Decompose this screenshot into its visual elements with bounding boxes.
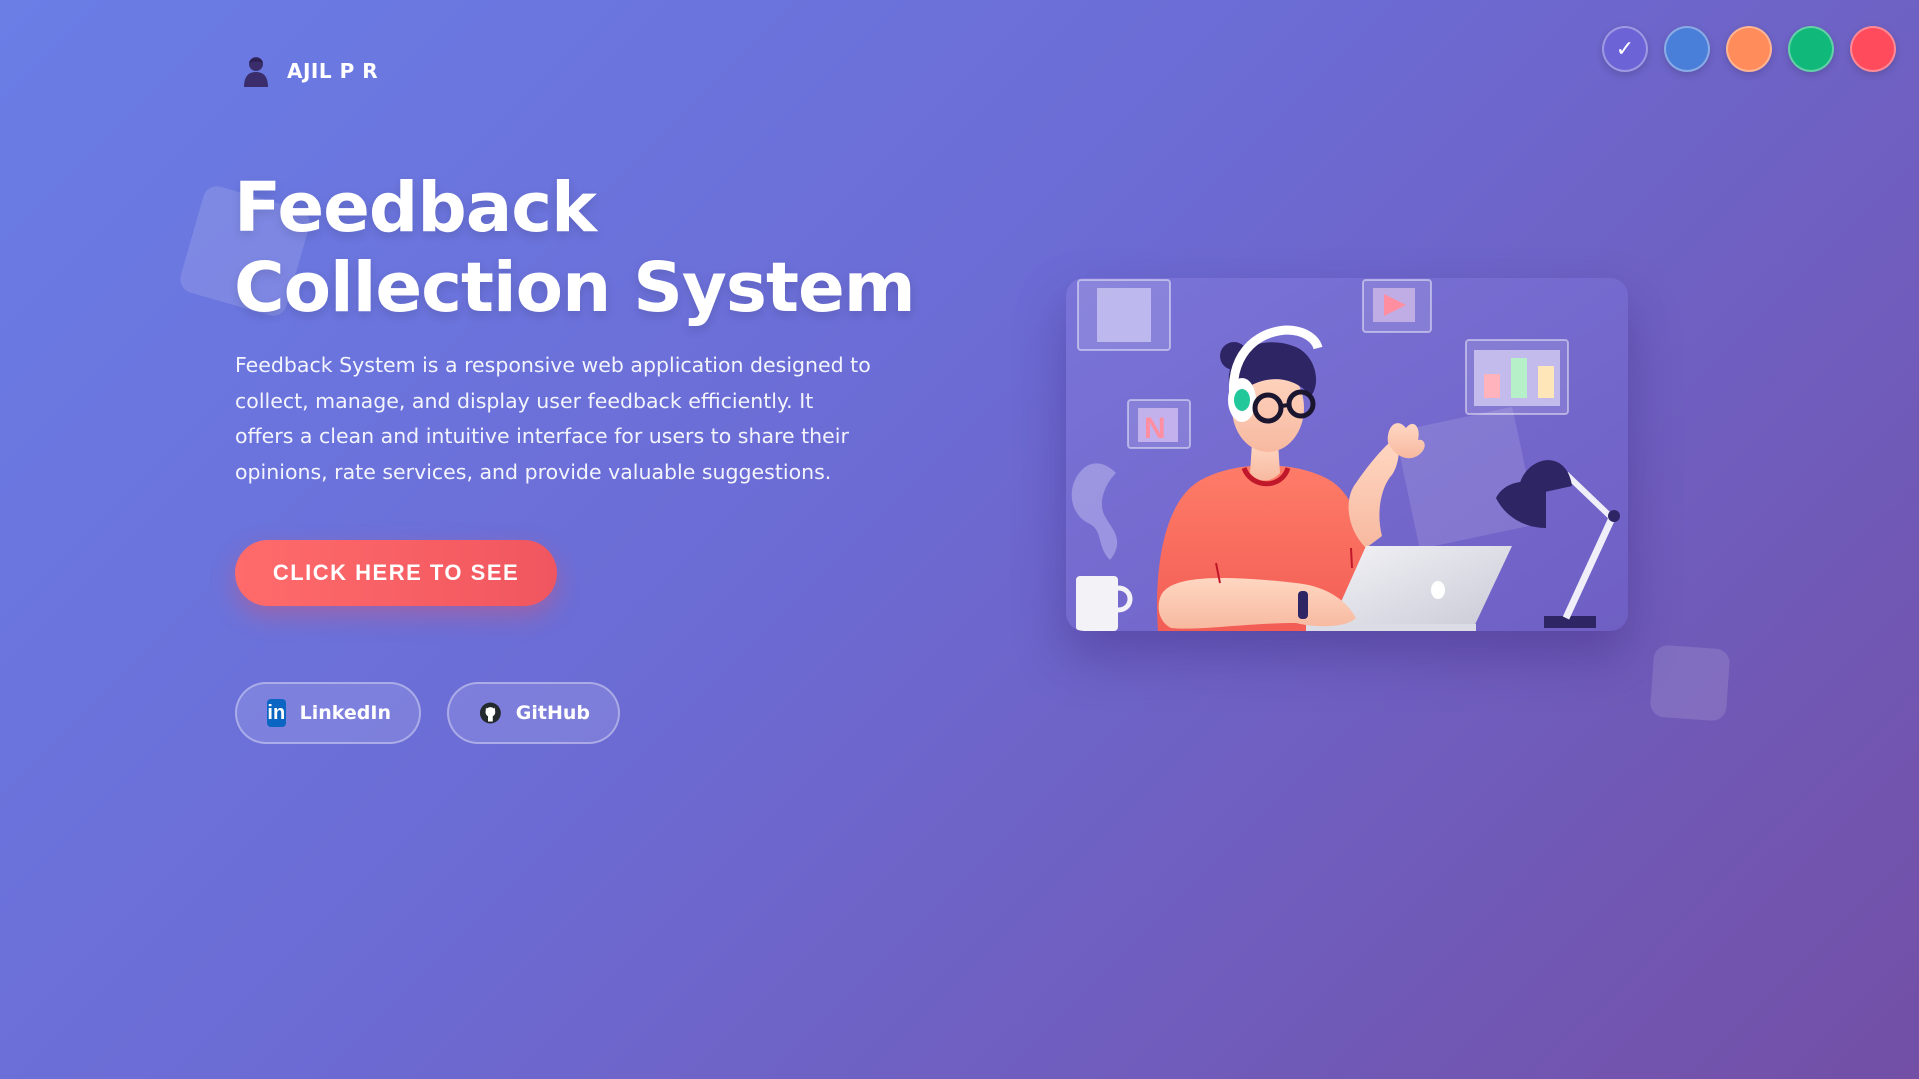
theme-swatch-purple[interactable]: ✓ xyxy=(1602,26,1648,72)
hero-illustration: N xyxy=(1066,278,1628,631)
person-at-laptop-illustration: N xyxy=(1066,278,1628,631)
linkedin-icon: in xyxy=(267,699,286,727)
page-title: Feedback Collection System xyxy=(234,168,916,328)
check-icon: ✓ xyxy=(1615,36,1635,62)
svg-text:N: N xyxy=(1144,412,1166,445)
hero-description: Feedback System is a responsive web appl… xyxy=(235,353,871,484)
github-button[interactable]: GitHub xyxy=(447,682,620,744)
github-icon xyxy=(479,702,501,724)
theme-swatch-blue[interactable] xyxy=(1664,26,1710,72)
brand[interactable]: AJIL P R xyxy=(239,54,378,88)
theme-swatch-orange[interactable] xyxy=(1726,26,1772,72)
linkedin-label: LinkedIn xyxy=(299,702,391,724)
brand-name: AJIL P R xyxy=(287,59,379,83)
theme-swatch-red[interactable] xyxy=(1850,26,1896,72)
background-decor-square xyxy=(1649,644,1731,722)
theme-swatch-green[interactable] xyxy=(1788,26,1834,72)
github-label: GitHub xyxy=(515,702,590,724)
linkedin-button[interactable]: in LinkedIn xyxy=(235,682,421,744)
cta-button[interactable]: CLICK HERE TO SEE xyxy=(235,540,557,606)
user-avatar-icon xyxy=(244,57,268,87)
theme-switcher: ✓ xyxy=(1602,26,1896,72)
